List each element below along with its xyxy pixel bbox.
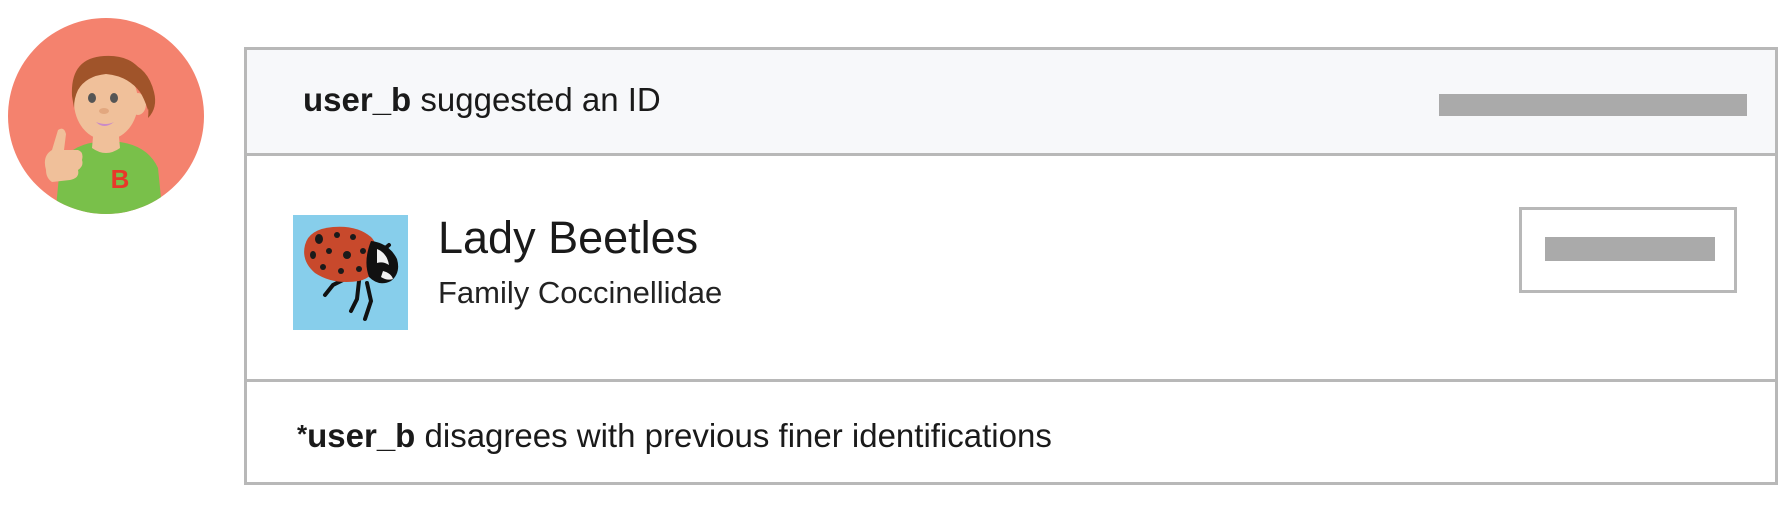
agree-button[interactable] [1519,207,1737,293]
taxon-photo[interactable] [293,215,408,330]
header-text: user_b suggested an ID [303,80,661,120]
disagreement-marker: * [297,419,308,449]
taxon-common-name-link[interactable]: Lady Beetles [438,212,698,264]
identification-activity: B user_b suggested an ID Lady Beetles Fa… [0,0,1788,508]
taxon-scientific-name: Family Coccinellidae [438,275,723,310]
disagreement-message: disagrees with previous finer identifica… [424,417,1052,454]
user-avatar[interactable]: B [8,18,204,214]
agree-button-placeholder [1545,237,1715,261]
avatar-badge-letter: B [111,164,130,194]
user-avatar-illustration-icon: B [8,18,204,214]
header-timestamp-placeholder [1439,94,1747,116]
header-username-link[interactable]: user_b [303,81,411,118]
lady-beetle-photo-icon [293,215,408,330]
card-footer: *user_b disagrees with previous finer id… [247,382,1775,482]
id-suggestion-card: user_b suggested an ID Lady Beetles Fami… [244,47,1778,485]
footer-username-link[interactable]: user_b [307,417,415,454]
header-action-text: suggested an ID [420,81,661,118]
disagreement-notice: *user_b disagrees with previous finer id… [297,416,1052,456]
card-header: user_b suggested an ID [247,50,1775,156]
taxon-row: Lady Beetles Family Coccinellidae [247,156,1775,382]
